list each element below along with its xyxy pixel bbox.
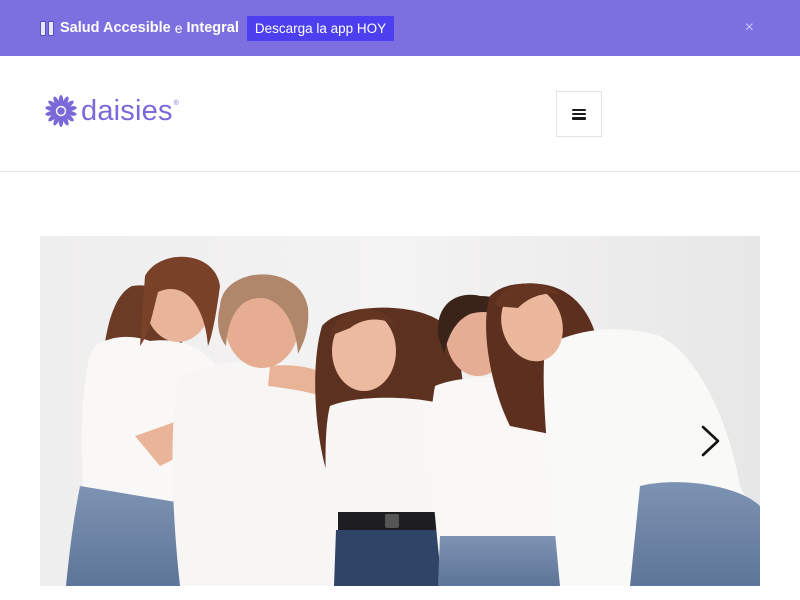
women-group-photo [40,236,760,586]
promo-title-connector: e [174,20,183,36]
daisy-flower-icon [45,95,77,127]
ribbon-flag-icon [40,20,54,36]
hamburger-menu-icon [572,108,586,120]
promo-text: Salud Accesible e Integral [40,20,239,36]
menu-button[interactable] [556,91,602,137]
site-header: daisies ® [0,56,800,172]
promo-banner: Salud Accesible e Integral Descarga la a… [0,0,800,56]
logo[interactable]: daisies ® [44,94,179,128]
logo-registered-mark: ® [173,100,179,107]
chevron-right-icon[interactable] [694,422,724,460]
hero-image [40,236,760,586]
close-icon[interactable]: × [745,18,754,38]
download-app-button[interactable]: Descarga la app HOY [246,15,395,41]
promo-title-part2: Integral [186,20,239,36]
promo-title-part1: Salud Accesible [60,20,171,36]
logo-text: daisies [81,95,173,127]
